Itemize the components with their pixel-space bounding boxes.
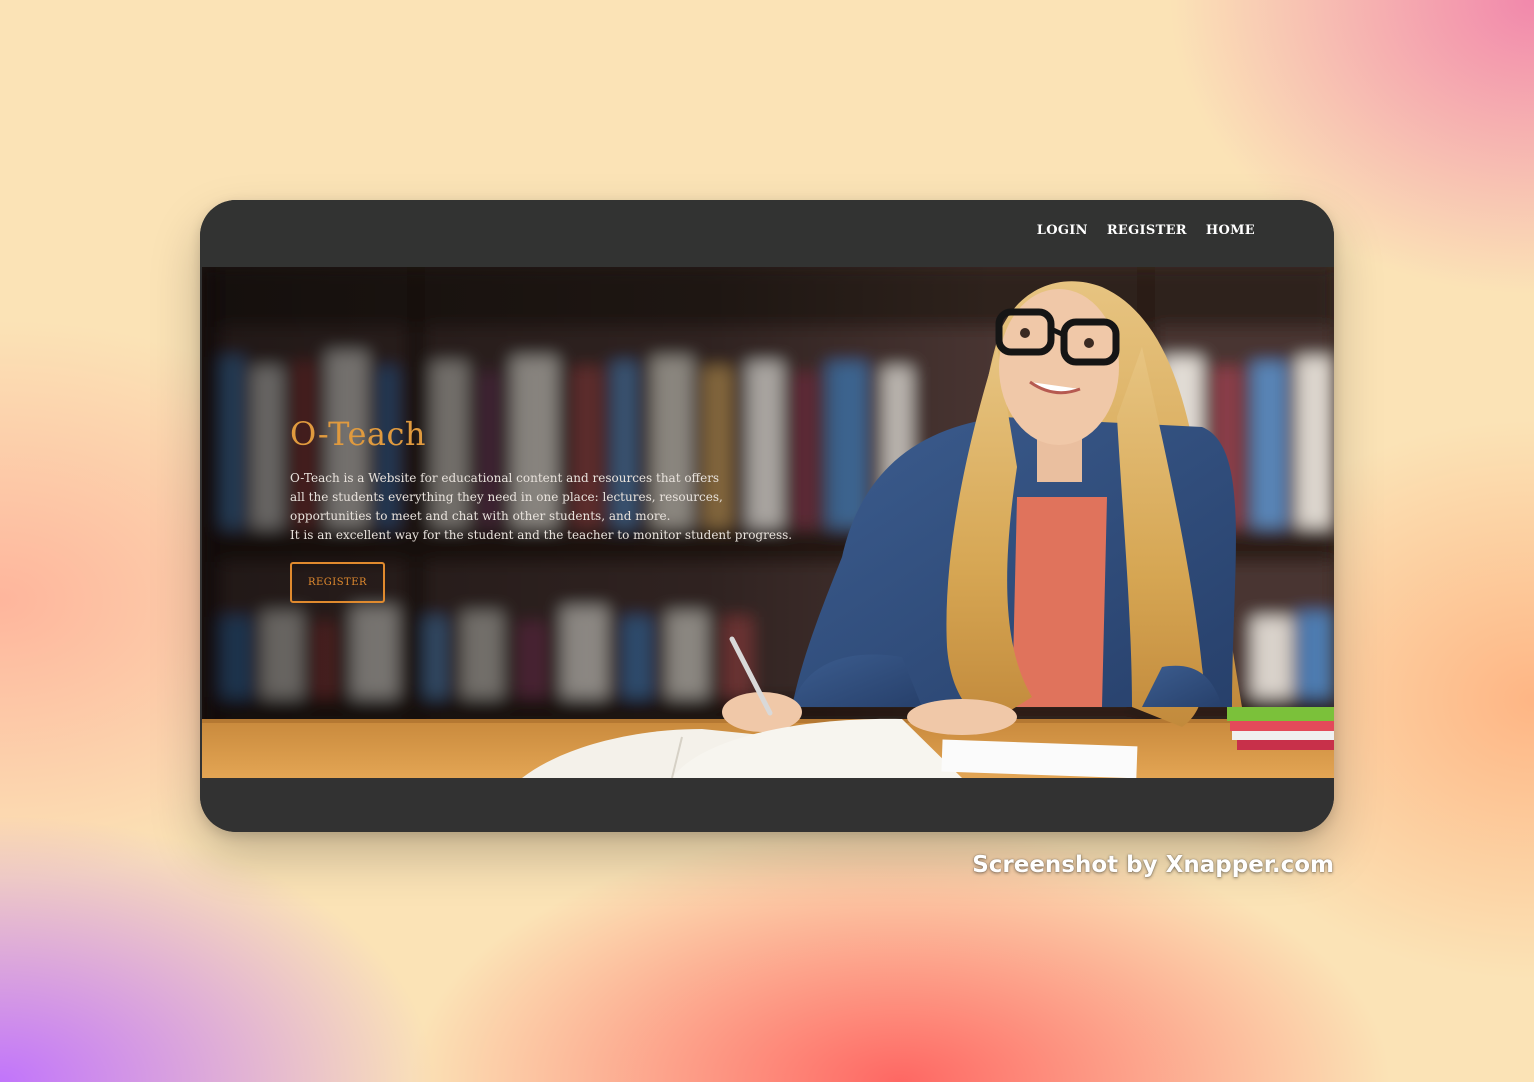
nav-links: LOGIN REGISTER HOME bbox=[1037, 223, 1255, 238]
hero-description-line: opportunities to meet and chat with othe… bbox=[290, 509, 671, 523]
hero-register-button[interactable]: REGISTER bbox=[290, 562, 385, 603]
watermark-text: Screenshot by Xnapper.com bbox=[972, 852, 1334, 878]
nav-login-link[interactable]: LOGIN bbox=[1037, 223, 1088, 238]
footer bbox=[200, 778, 1334, 832]
hero-description-line: all the students everything they need in… bbox=[290, 490, 723, 504]
browser-window: LOGIN REGISTER HOME O-Teach O-Teach is a… bbox=[200, 200, 1334, 832]
navbar: LOGIN REGISTER HOME bbox=[200, 200, 1334, 267]
hero-title: O-Teach bbox=[290, 415, 426, 453]
hero-description-line: O-Teach is a Website for educational con… bbox=[290, 471, 720, 485]
hero-section: O-Teach O-Teach is a Website for educati… bbox=[202, 267, 1334, 778]
nav-register-link[interactable]: REGISTER bbox=[1107, 223, 1187, 238]
nav-home-link[interactable]: HOME bbox=[1206, 223, 1255, 238]
hero-description-line: It is an excellent way for the student a… bbox=[290, 528, 793, 542]
hero-description: O-Teach is a Website for educational con… bbox=[290, 469, 850, 545]
